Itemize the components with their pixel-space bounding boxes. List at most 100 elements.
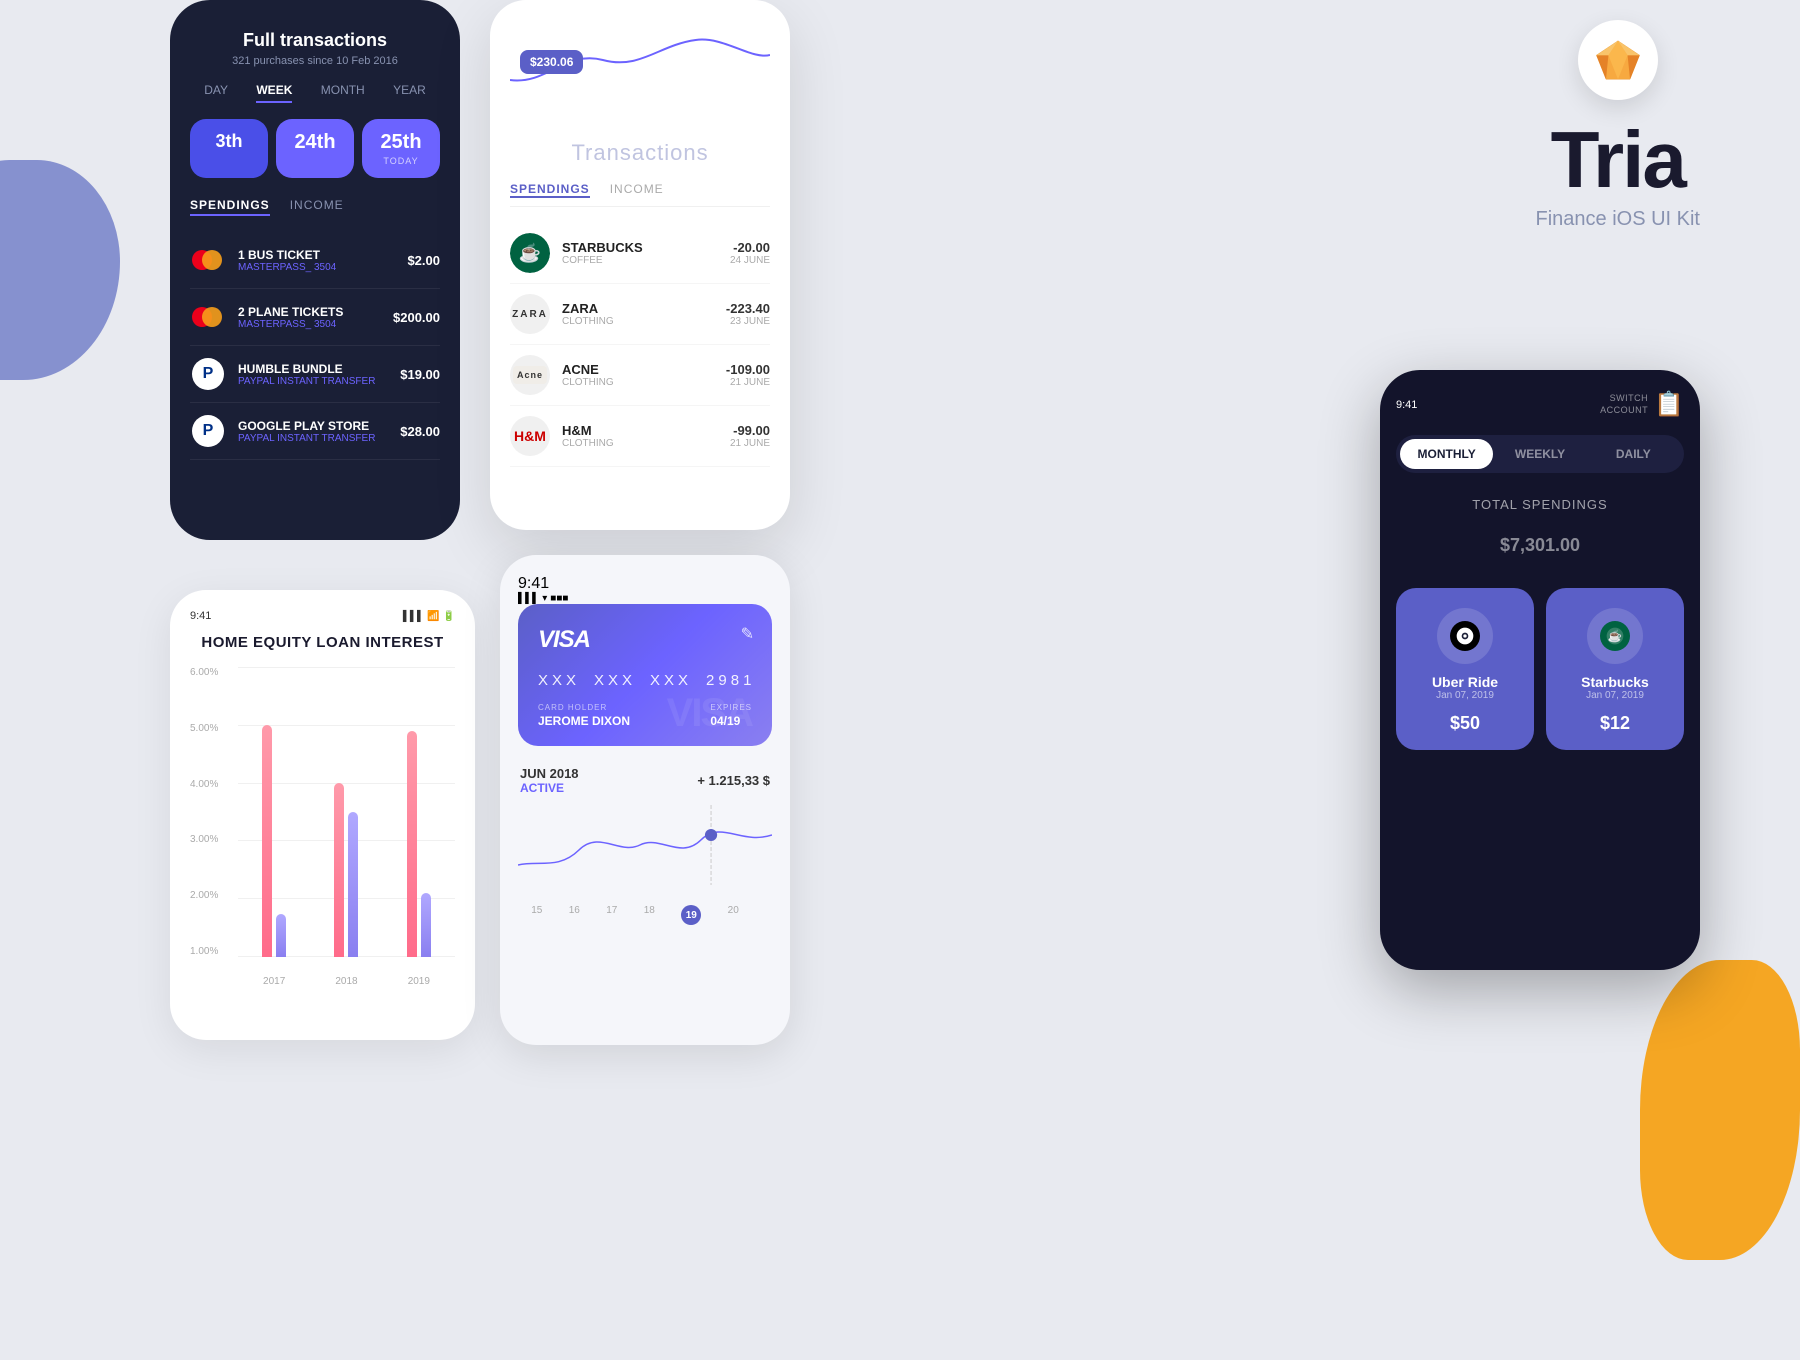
x-label-2017: 2017	[238, 976, 310, 987]
uber-name: Uber Ride	[1432, 674, 1498, 690]
transaction-amount: $19.00	[400, 367, 440, 382]
date-3th[interactable]: 3th	[190, 119, 268, 178]
visa-watermark: VISA	[667, 691, 752, 736]
y-label: 4.00%	[190, 779, 232, 790]
date-24th[interactable]: 24th	[276, 119, 354, 178]
y-label: 6.00%	[190, 667, 232, 678]
tab-month[interactable]: MONTH	[321, 83, 365, 103]
transaction-sub: COFFEE	[562, 255, 730, 266]
tab-weekly[interactable]: WEEKLY	[1493, 439, 1586, 469]
paypal-icon: P	[190, 356, 226, 392]
transaction-date: 21 JUNE	[726, 377, 770, 388]
total-label: TOTAL SPENDINGS	[1396, 497, 1684, 512]
transaction-sub: MASTERPASS_ 3504	[238, 262, 407, 273]
x-label-2018: 2018	[310, 976, 382, 987]
bar-chart: 6.00% 5.00% 4.00% 3.00% 2.00% 1.00%	[190, 667, 455, 987]
sketch-logo-container	[1578, 20, 1658, 100]
branding-area: Tria Finance iOS UI Kit	[1535, 20, 1700, 231]
x-label-active: 19	[681, 905, 701, 925]
transaction-info: H&M CLOTHING	[562, 423, 730, 449]
light-section-tabs: SPENDINGS INCOME	[510, 182, 770, 207]
transaction-amount: -99.00	[730, 423, 770, 438]
transaction-right: -223.40 23 JUNE	[726, 301, 770, 327]
bar-group-2017	[238, 667, 310, 957]
wifi-icon: 📶	[427, 611, 439, 622]
transaction-item: P HUMBLE BUNDLE PAYPAL INSTANT TRANSFER …	[190, 346, 440, 403]
paypal-icon: P	[190, 413, 226, 449]
edit-icon[interactable]: ✎	[741, 624, 754, 644]
transaction-info: ACNE CLOTHING	[562, 362, 726, 388]
bar-purple-2019	[421, 893, 431, 957]
decorative-blob-yellow	[1640, 960, 1800, 1260]
tab-day[interactable]: DAY	[204, 83, 228, 103]
bar-pink-2018	[334, 783, 344, 957]
transaction-sub: CLOTHING	[562, 438, 730, 449]
transaction-item: 2 PLANE TICKETS MASTERPASS_ 3504 $200.00	[190, 289, 440, 346]
tab-spendings-light[interactable]: SPENDINGS	[510, 182, 590, 198]
transaction-date: 23 JUNE	[726, 316, 770, 327]
starbucks-service-card[interactable]: ☕ Starbucks Jan 07, 2019 $12	[1546, 588, 1684, 750]
status-icons: ▌▌▌ ▾ ■■■	[518, 593, 772, 604]
sketch-logo	[1594, 36, 1642, 84]
transaction-date: 24 JUNE	[730, 255, 770, 266]
time-display: 9:41	[190, 610, 211, 622]
status-bar: 9:41 ▌▌▌ 📶 🔋	[190, 610, 455, 622]
card1-subtitle: 321 purchases since 10 Feb 2016	[190, 55, 440, 67]
transaction-info: GOOGLE PLAY STORE PAYPAL INSTANT TRANSFE…	[238, 419, 400, 444]
transaction-name: H&M	[562, 423, 730, 438]
bar-pink-2017	[262, 725, 272, 957]
tab-year[interactable]: YEAR	[393, 83, 426, 103]
tab-income[interactable]: INCOME	[290, 198, 344, 216]
transaction-right: -20.00 24 JUNE	[730, 240, 770, 266]
date-selector: 3th 24th 25th TODAY	[190, 119, 440, 178]
transaction-sub: PAYPAL INSTANT TRANSFER	[238, 376, 400, 387]
bar-purple-2017	[276, 914, 286, 958]
transaction-name: ZARA	[562, 301, 726, 316]
transaction-info: STARBUCKS COFFEE	[562, 240, 730, 266]
visa-chart-area: 15 16 17 18 19 20	[518, 805, 772, 925]
y-axis-labels: 6.00% 5.00% 4.00% 3.00% 2.00% 1.00%	[190, 667, 232, 957]
starbucks-icon: ☕	[1600, 621, 1630, 651]
starbucks-icon-container: ☕	[1587, 608, 1643, 664]
date-tabs: DAY WEEK MONTH YEAR	[190, 83, 440, 103]
card1-title: Full transactions	[190, 30, 440, 51]
transaction-item: Acne ACNE CLOTHING -109.00 21 JUNE	[510, 345, 770, 406]
tab-spendings[interactable]: SPENDINGS	[190, 198, 270, 216]
bar-area	[238, 667, 455, 957]
transaction-info: ZARA CLOTHING	[562, 301, 726, 327]
visa-number: XXXXXXXXX2981	[538, 672, 752, 689]
full-transactions-card: Full transactions 321 purchases since 10…	[170, 0, 460, 540]
transaction-info: 1 BUS TICKET MASTERPASS_ 3504	[238, 248, 407, 273]
transaction-amount: -20.00	[730, 240, 770, 255]
tab-income-light[interactable]: INCOME	[610, 182, 664, 198]
transaction-item: ☕ STARBUCKS COFFEE -20.00 24 JUNE	[510, 223, 770, 284]
tab-week[interactable]: WEEK	[256, 83, 292, 103]
visa-screen-info: JUN 2018 ACTIVE + 1.215,33 $	[518, 766, 772, 795]
transaction-name: 2 PLANE TICKETS	[238, 305, 393, 319]
uber-icon	[1450, 621, 1480, 651]
visa-card: VISA ✎ XXXXXXXXX2981 CARD HOLDER JEROME …	[518, 604, 772, 746]
uber-icon-container	[1437, 608, 1493, 664]
date-25th[interactable]: 25th TODAY	[362, 119, 440, 178]
bar-purple-2018	[348, 812, 358, 957]
starbucks-name: Starbucks	[1581, 674, 1649, 690]
card-holder-info: CARD HOLDER JEROME DIXON	[538, 703, 630, 728]
dark-status-bar: 9:41 SWITCHACCOUNT 📋	[1396, 390, 1684, 419]
bar-group-2019	[383, 667, 455, 957]
transaction-amount: $2.00	[407, 253, 440, 268]
transaction-sub: MASTERPASS_ 3504	[238, 319, 393, 330]
account-icon[interactable]: 📋	[1654, 390, 1684, 419]
x-label: 17	[606, 905, 617, 925]
tab-daily[interactable]: DAILY	[1587, 439, 1680, 469]
mastercard-icon	[190, 299, 226, 335]
x-label: 15	[531, 905, 542, 925]
services-grid: Uber Ride Jan 07, 2019 $50 ☕ Starbucks J…	[1396, 588, 1684, 750]
transaction-right: -99.00 21 JUNE	[730, 423, 770, 449]
tab-monthly[interactable]: MONTHLY	[1400, 439, 1493, 469]
transaction-sub: CLOTHING	[562, 377, 726, 388]
battery-icon: ■■■	[550, 593, 568, 604]
transaction-date: 21 JUNE	[730, 438, 770, 449]
uber-service-card[interactable]: Uber Ride Jan 07, 2019 $50	[1396, 588, 1534, 750]
battery-icon: 🔋	[443, 611, 455, 622]
card-holder-value: JEROME DIXON	[538, 714, 630, 728]
